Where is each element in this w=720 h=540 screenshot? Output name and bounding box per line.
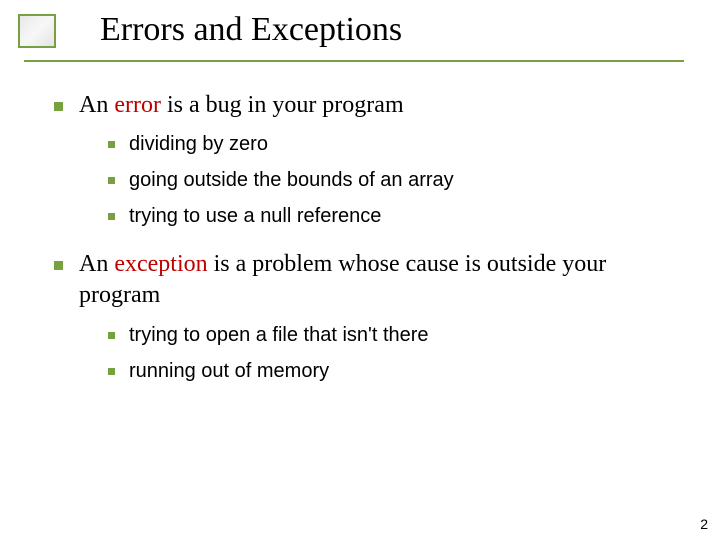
- sub-bullet: going outside the bounds of an array: [108, 167, 690, 193]
- square-bullet-icon: [108, 368, 115, 375]
- sub-bullet: trying to open a file that isn't there: [108, 322, 690, 348]
- bullet-text: trying to open a file that isn't there: [129, 322, 690, 348]
- text: is a bug in your program: [161, 92, 404, 118]
- text: An: [79, 92, 114, 118]
- bullet-text: An error is a bug in your program: [79, 90, 690, 121]
- spacer: [54, 239, 690, 249]
- sub-bullet: trying to use a null reference: [108, 203, 690, 229]
- square-bullet-icon: [108, 177, 115, 184]
- square-bullet-icon: [54, 102, 63, 111]
- text: trying to use a: [129, 205, 260, 227]
- slide: Errors and Exceptions An error is a bug …: [0, 0, 720, 540]
- slide-title: Errors and Exceptions: [100, 10, 690, 55]
- bullet-text: going outside the bounds of an array: [129, 167, 690, 193]
- code-null: null: [260, 205, 291, 227]
- sub-bullet: running out of memory: [108, 358, 690, 384]
- sub-bullet: dividing by zero: [108, 131, 690, 157]
- bullet-text: dividing by zero: [129, 131, 690, 157]
- title-area: Errors and Exceptions: [100, 10, 690, 55]
- term-exception: exception: [114, 251, 207, 277]
- bullet-exception: An exception is a problem whose cause is…: [54, 249, 690, 311]
- bullet-text: trying to use a null reference: [129, 203, 690, 229]
- slide-body: An error is a bug in your program dividi…: [54, 90, 690, 394]
- square-bullet-icon: [108, 141, 115, 148]
- bullet-text: An exception is a problem whose cause is…: [79, 249, 690, 311]
- accent-box-icon: [18, 14, 56, 48]
- square-bullet-icon: [54, 261, 63, 270]
- text: An: [79, 251, 114, 277]
- term-error: error: [114, 92, 161, 118]
- page-number: 2: [700, 516, 708, 532]
- square-bullet-icon: [108, 213, 115, 220]
- square-bullet-icon: [108, 332, 115, 339]
- bullet-text: running out of memory: [129, 358, 690, 384]
- text: reference: [291, 205, 381, 227]
- bullet-error: An error is a bug in your program: [54, 90, 690, 121]
- title-underline: [24, 60, 684, 62]
